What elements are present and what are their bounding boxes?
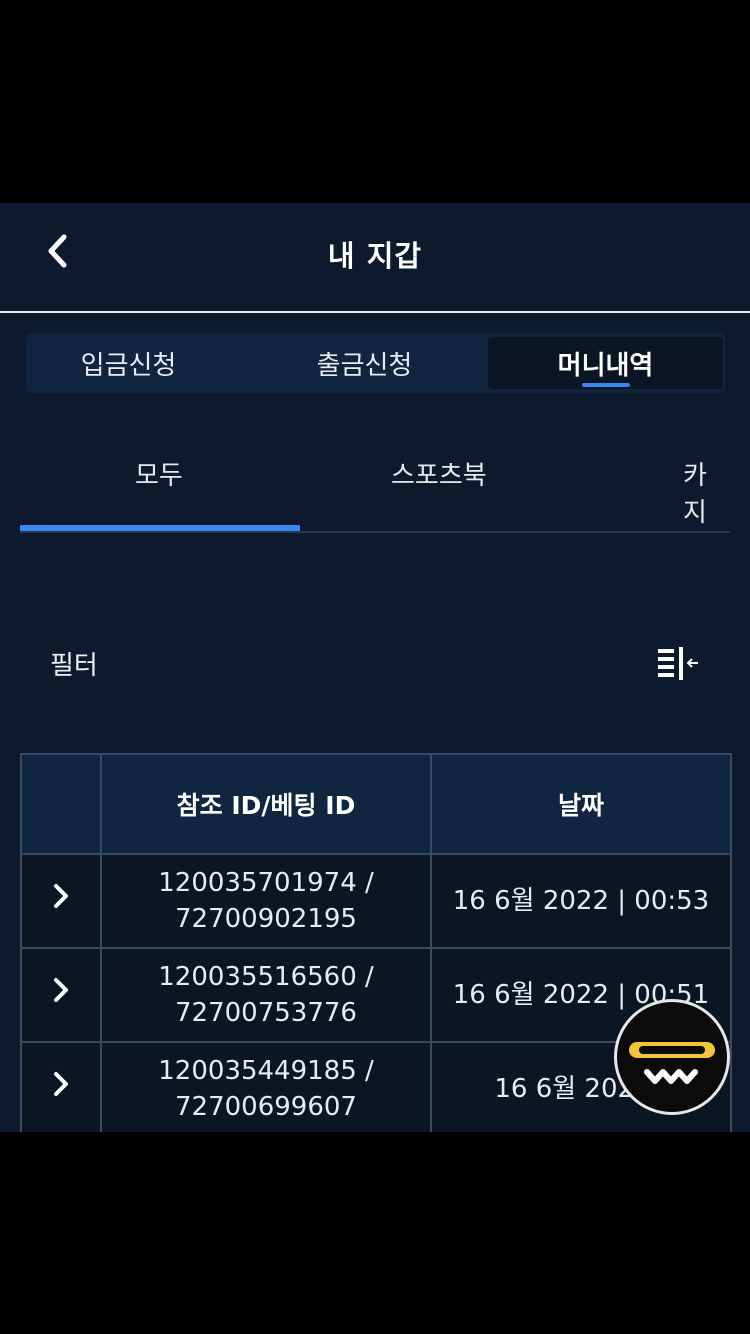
segment-label: 입금신청 [80, 350, 177, 381]
brand-logo-icon [629, 1042, 715, 1084]
reference-id-cell: 120035449185 / 72700699607 [100, 1041, 432, 1132]
filter-toggle-button[interactable] [655, 646, 701, 682]
history-subtabs: 모두 스포츠북 카지 [20, 443, 730, 533]
filter-collapse-icon [658, 647, 698, 680]
segment-money-history[interactable]: 머니내역 [488, 337, 723, 389]
table-row[interactable]: 120035701974 / 72700902195 16 6월 2022 | … [20, 853, 732, 949]
date-column-header: 날짜 [430, 753, 732, 855]
page-title: 내 지갑 [327, 239, 423, 273]
segment-withdraw[interactable]: 출금신청 [262, 333, 467, 393]
table-header-row: 참조 ID/베팅 ID 날짜 [20, 753, 732, 855]
filter-label: 필터 [50, 651, 98, 681]
reference-id-column-header: 참조 ID/베팅 ID [100, 753, 432, 855]
wallet-segment-control: 입금신청 출금신청 머니내역 [26, 333, 725, 393]
reference-id-cell: 120035701974 / 72700902195 [100, 853, 432, 949]
bet-id: 72700699607 [175, 1092, 357, 1122]
tab-all[interactable]: 모두 [135, 455, 183, 492]
wallet-screen: 내 지갑 입금신청 출금신청 머니내역 모두 스포츠북 카지 필터 참조 ID/… [0, 203, 750, 1132]
expand-row-button[interactable] [20, 1041, 102, 1132]
header-divider [0, 311, 750, 313]
subtab-divider [20, 531, 730, 533]
reference-id: 120035701974 / [158, 868, 374, 898]
reference-id-cell: 120035516560 / 72700753776 [100, 947, 432, 1043]
tab-sportsbook[interactable]: 스포츠북 [391, 455, 487, 492]
date-cell: 16 6월 2022 | 00:53 [430, 853, 732, 949]
active-subtab-indicator [20, 525, 300, 531]
chevron-right-icon [54, 884, 68, 908]
segment-label: 머니내역 [557, 350, 654, 381]
expand-column-header [20, 753, 102, 855]
reference-id: 120035449185 / [158, 1056, 374, 1086]
bet-id: 72700902195 [175, 904, 357, 934]
chevron-right-icon [54, 978, 68, 1002]
segment-label: 출금신청 [316, 350, 413, 381]
tab-casino[interactable]: 카지 [683, 455, 730, 529]
active-segment-indicator [581, 383, 630, 387]
app-header: 내 지갑 [0, 203, 750, 311]
expand-row-button[interactable] [20, 947, 102, 1043]
reference-id: 120035516560 / [158, 962, 374, 992]
bet-id: 72700753776 [175, 998, 357, 1028]
expand-row-button[interactable] [20, 853, 102, 949]
chat-support-button[interactable] [614, 999, 730, 1115]
chevron-right-icon [54, 1072, 68, 1096]
segment-deposit[interactable]: 입금신청 [26, 333, 231, 393]
